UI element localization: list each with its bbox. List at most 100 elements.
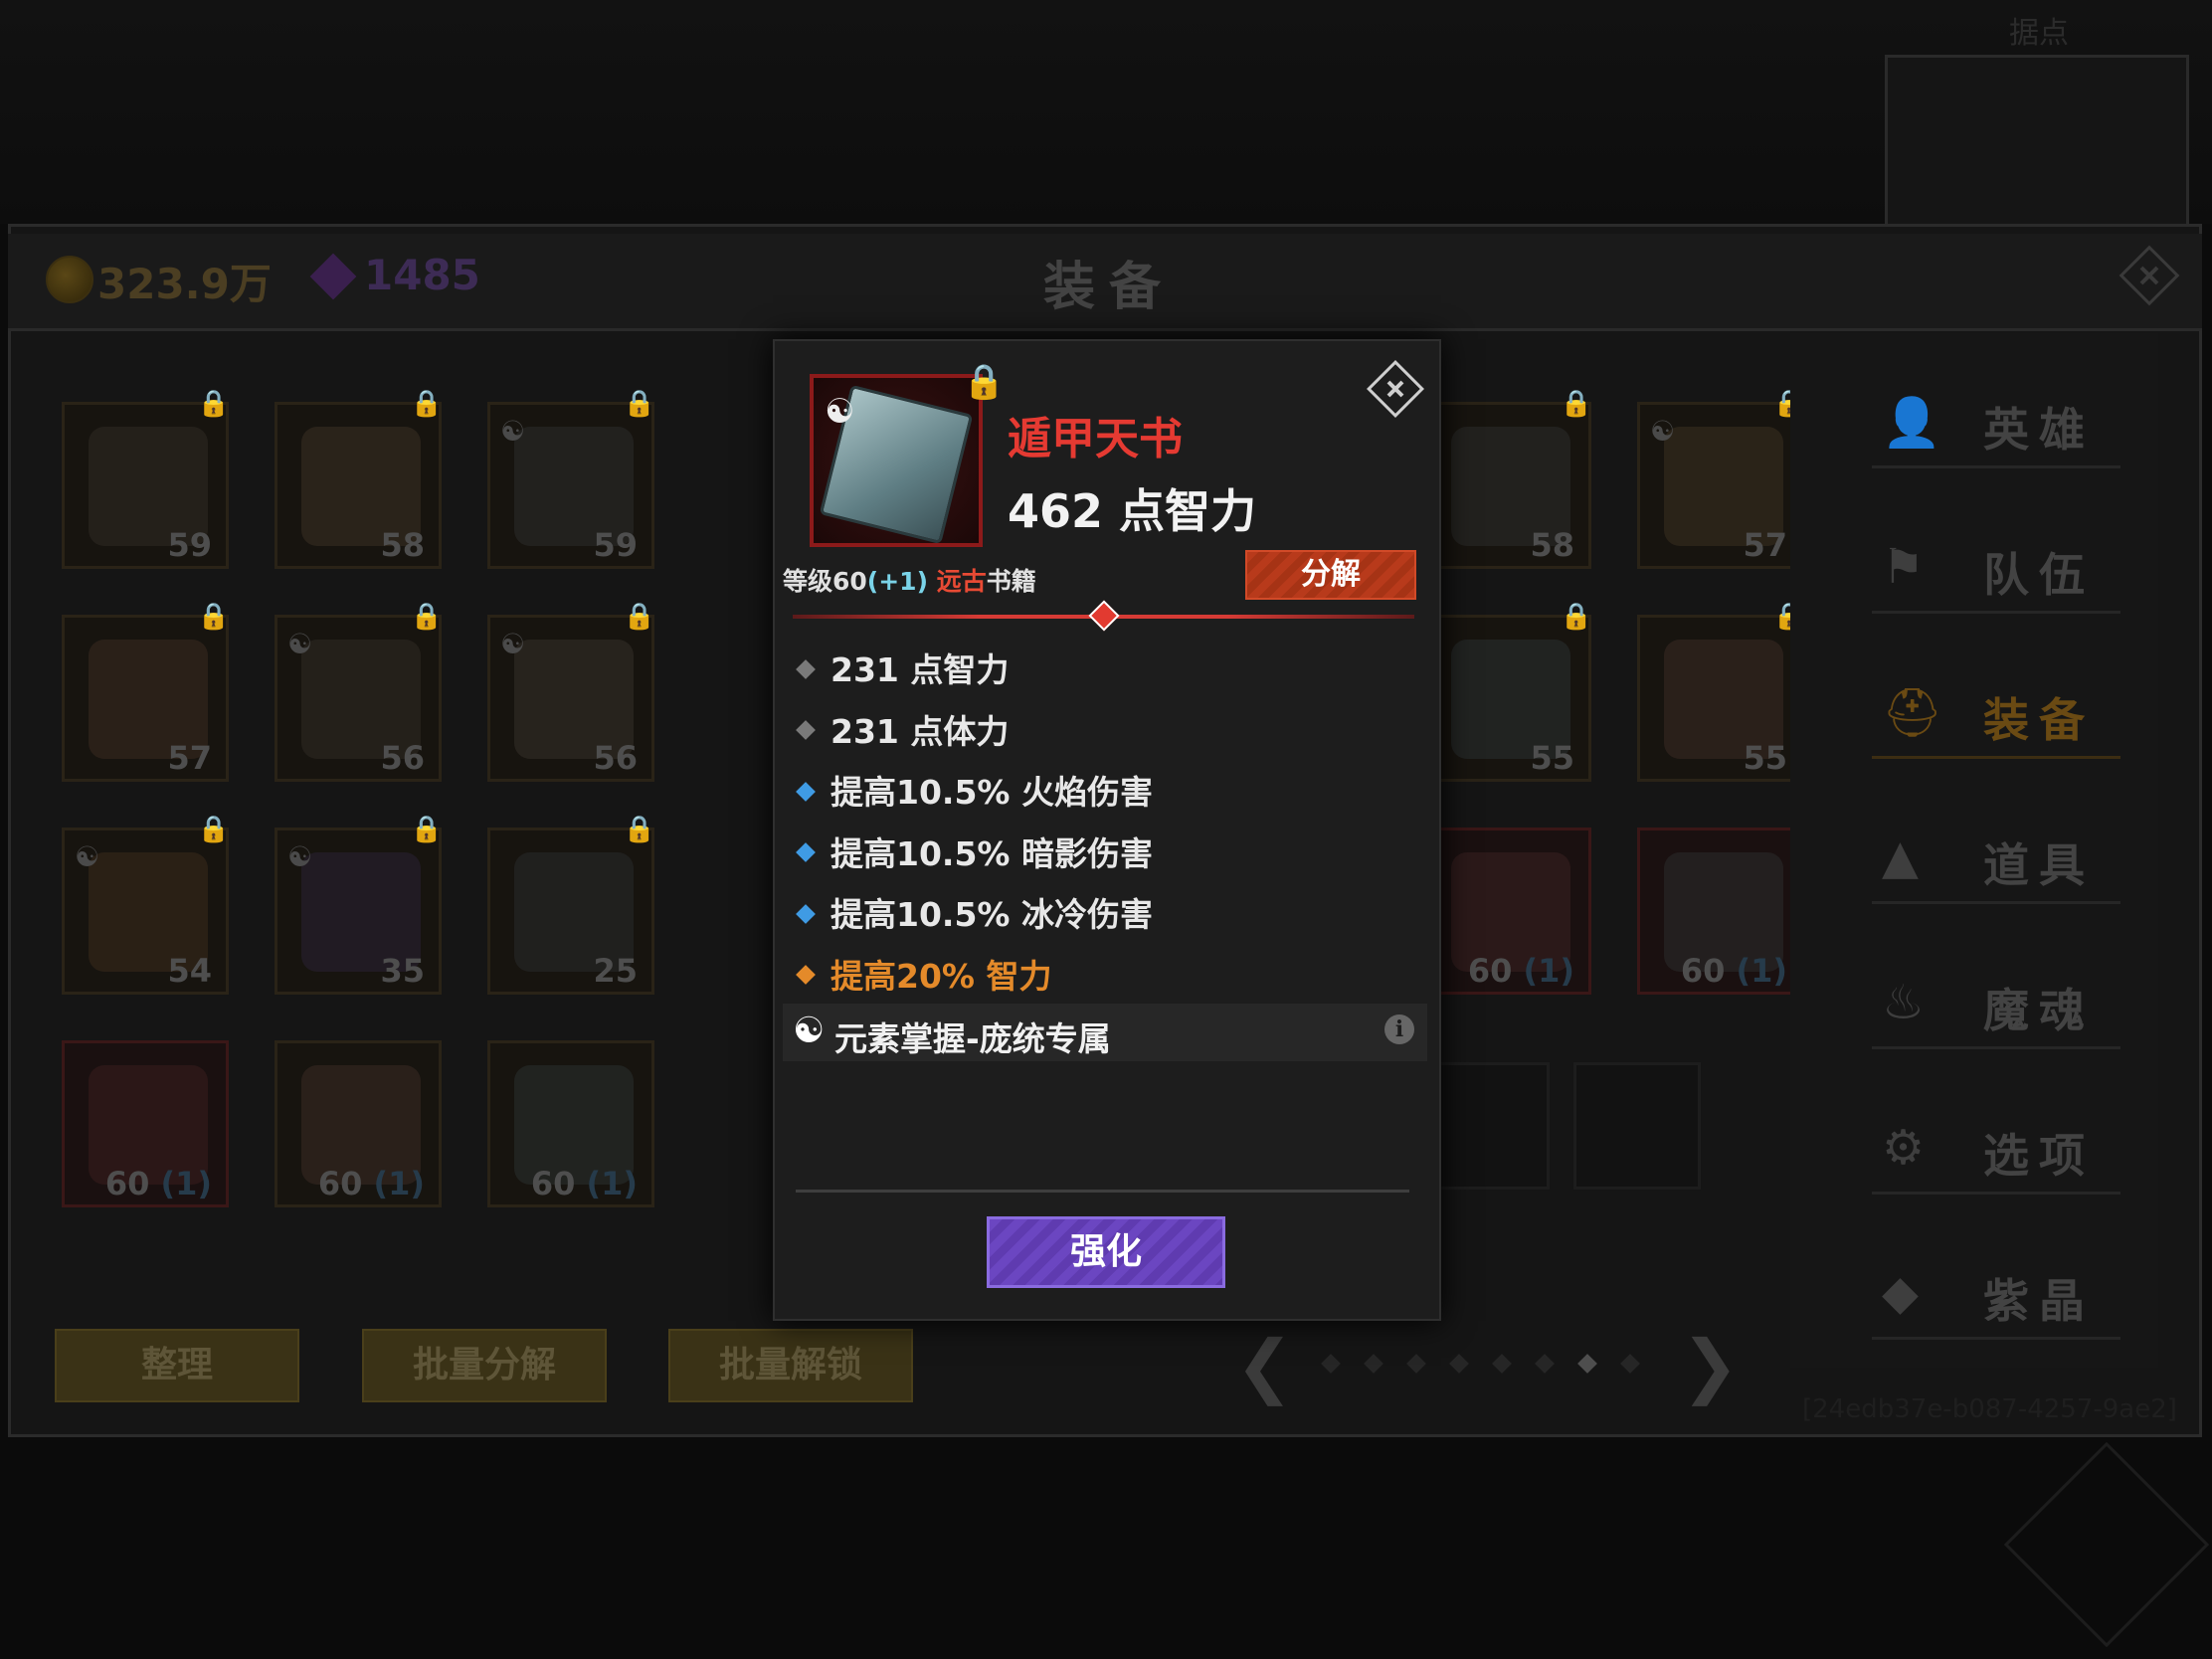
slot-level-value: 54: [167, 952, 212, 990]
inventory-slot[interactable]: 🔒 58: [1424, 389, 1592, 569]
empty-slot[interactable]: [1573, 1062, 1701, 1190]
slot-level: 60 (1): [318, 1165, 425, 1202]
gold-coin-icon: [46, 256, 93, 303]
inventory-slot[interactable]: ☯ 🔒 59: [487, 389, 655, 569]
yinyang-icon: ☯: [75, 840, 100, 873]
minimap: [1885, 55, 2189, 235]
inventory-slot[interactable]: 60 (1): [487, 1040, 654, 1207]
sidebar-item-label: 魔魂: [1983, 984, 2095, 1037]
sidebar-item-label: 选项: [1983, 1129, 2095, 1183]
empty-slot[interactable]: [1422, 1062, 1550, 1190]
slot-level-value: 55: [1530, 739, 1574, 777]
lock-icon[interactable]: 🔒: [963, 362, 1005, 402]
set-bonus-text: 元素掌握-庞统专属: [834, 1019, 1111, 1058]
lock-icon: 🔒: [410, 815, 443, 844]
background-scene: [0, 0, 2212, 224]
sidebar-item-1[interactable]: 👤 英雄: [1872, 380, 2120, 468]
item-stat-text: 231 点智力: [830, 650, 1010, 689]
batch-unlock-button[interactable]: 批量解锁: [668, 1329, 913, 1402]
slot-level-value: 57: [1743, 526, 1787, 564]
item-stat-line: 提高20% 智力: [796, 950, 1052, 998]
inventory-slot[interactable]: 60 (1): [1637, 828, 1804, 995]
inventory-slot[interactable]: ☯ 🔒 35: [275, 815, 443, 995]
window-close-button[interactable]: [2115, 241, 2184, 310]
gem-icon: ◆: [1882, 1265, 1919, 1321]
inventory-slot[interactable]: ☯ 🔒 56: [487, 602, 655, 782]
inventory-slot[interactable]: 60 (1): [1424, 828, 1591, 995]
inventory-slot[interactable]: 🔒 25: [487, 815, 655, 995]
item-level-plus: (+1): [866, 567, 928, 596]
slot-level-value: 25: [593, 952, 638, 990]
slot-level-value: 56: [593, 739, 638, 777]
slot-level-bonus: (1): [1736, 952, 1787, 990]
sidebar-item-label: 英雄: [1983, 403, 2095, 457]
item-rarity: 远古: [936, 567, 987, 596]
yinyang-icon: ☯: [287, 840, 313, 873]
inventory-slot[interactable]: 🔒 55: [1424, 602, 1592, 782]
lock-icon: 🔒: [410, 602, 443, 632]
lock-icon: 🔒: [623, 815, 655, 844]
inventory-slot[interactable]: ☯ 🔒 54: [62, 815, 230, 995]
item-stat-text: 提高10.5% 冰冷伤害: [830, 895, 1153, 934]
enhance-button[interactable]: 强化: [987, 1216, 1225, 1288]
lock-icon: 🔒: [623, 602, 655, 632]
window-title: 装备: [1042, 258, 1175, 317]
page-next-button[interactable]: ❯: [1681, 1331, 1740, 1400]
slot-level-bonus: (1): [1523, 952, 1574, 990]
sidebar-item-2[interactable]: ⚑ 队伍: [1872, 525, 2120, 614]
slot-level: 55: [1530, 739, 1574, 777]
slot-level: 58: [1530, 526, 1574, 564]
diamond-bullet-icon: [796, 781, 816, 802]
batch-decompose-button[interactable]: 批量分解: [362, 1329, 607, 1402]
flame-icon: ♨: [1882, 975, 1926, 1030]
sort-button[interactable]: 整理: [55, 1329, 299, 1402]
menu-icon: [2003, 1441, 2210, 1648]
diamond-bullet-icon: [796, 903, 816, 924]
yinyang-icon: ☯: [500, 415, 526, 448]
sidebar-item-4[interactable]: ▲ 道具: [1872, 816, 2120, 904]
slot-level: 60 (1): [1681, 952, 1787, 990]
inventory-slot[interactable]: 60 (1): [62, 1040, 229, 1207]
slot-level-value: 57: [167, 739, 212, 777]
inventory-slot[interactable]: ☯ 🔒 56: [275, 602, 443, 782]
sidebar-item-3[interactable]: ⛑ 装备: [1872, 670, 2120, 759]
lock-icon: 🔒: [197, 389, 230, 419]
page-prev-button[interactable]: ❮: [1235, 1331, 1294, 1400]
sidebar-item-label: 装备: [1983, 693, 2095, 747]
modal-close-button[interactable]: [1363, 356, 1428, 422]
inventory-slot[interactable]: 🔒 59: [62, 389, 230, 569]
slot-level: 58: [380, 526, 425, 564]
slot-level-value: 35: [380, 952, 425, 990]
bag-icon: ▲: [1882, 830, 1919, 885]
lock-icon: 🔒: [623, 389, 655, 419]
info-icon[interactable]: i: [1384, 1014, 1414, 1044]
inventory-slot[interactable]: 🔒 55: [1637, 602, 1805, 782]
inventory-slot[interactable]: 🔒 57: [62, 602, 230, 782]
yinyang-icon: ☯: [500, 628, 526, 660]
sidebar-item-5[interactable]: ♨ 魔魂: [1872, 961, 2120, 1049]
item-stat-text: 提高20% 智力: [830, 956, 1052, 996]
inventory-slot[interactable]: 60 (1): [275, 1040, 442, 1207]
item-stat-text: 231 点体力: [830, 711, 1010, 751]
decompose-button[interactable]: 分解: [1245, 550, 1416, 600]
item-stat-line: 提高10.5% 火焰伤害: [796, 766, 1153, 814]
slot-level-value: 55: [1743, 739, 1787, 777]
lock-icon: 🔒: [197, 602, 230, 632]
inventory-slot[interactable]: ☯ 🔒 57: [1637, 389, 1805, 569]
slot-level: 56: [593, 739, 638, 777]
slot-level-bonus: (1): [373, 1165, 425, 1202]
slot-level-value: 60: [530, 1165, 576, 1202]
sidebar-item-7[interactable]: ◆ 紫晶: [1872, 1251, 2120, 1340]
sidebar-item-6[interactable]: ⚙ 选项: [1872, 1106, 2120, 1195]
item-stat-text: 提高10.5% 暗影伤害: [830, 833, 1153, 873]
item-main-stat: 462 点智力: [1008, 484, 1257, 538]
slot-level-value: 59: [167, 526, 212, 564]
item-stat-text: 提高10.5% 火焰伤害: [830, 773, 1153, 812]
inventory-slot[interactable]: 🔒 58: [275, 389, 443, 569]
slot-level: 60 (1): [1468, 952, 1574, 990]
close-icon: [2119, 245, 2180, 306]
diamond-bullet-icon: [796, 658, 816, 679]
diamond-bullet-icon: [796, 842, 816, 862]
yinyang-icon: ☯: [793, 1011, 826, 1051]
slot-level-value: 60: [1467, 952, 1513, 990]
